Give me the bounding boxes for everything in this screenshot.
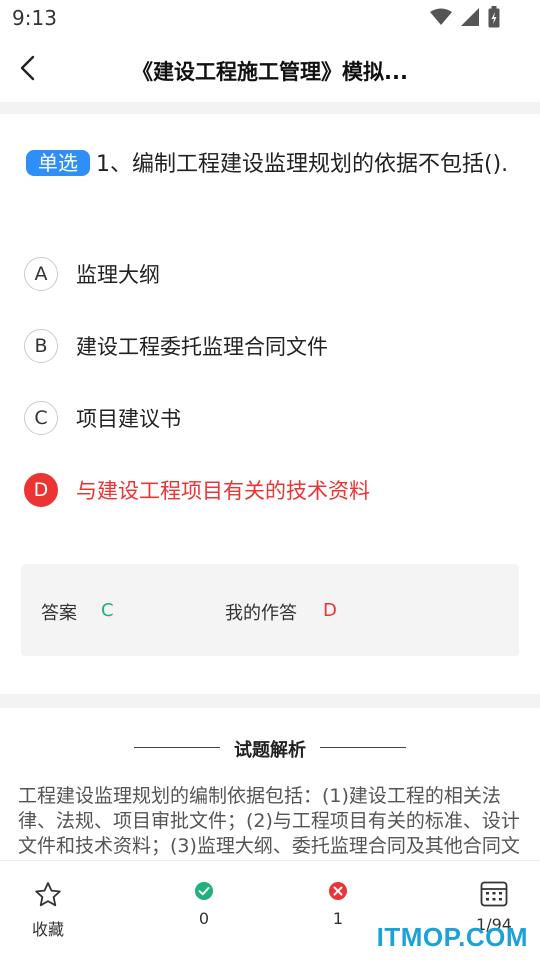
battery-icon — [488, 6, 500, 28]
chevron-left-icon — [20, 55, 35, 81]
correct-count: 0 — [198, 909, 210, 928]
x-circle-icon — [329, 882, 347, 900]
option-text: 建设工程委托监理合同文件 — [76, 335, 328, 359]
question-card: 单选 1、编制工程建设监理规划的依据不包括(). A 监理大纲 B 建设工程委托监… — [0, 114, 540, 694]
option-letter: A — [24, 257, 58, 291]
status-bar: 9:13 — [0, 0, 540, 36]
correct-count-button[interactable]: 0 — [184, 861, 224, 960]
analysis-card: 试题解析 工程建设监理规划的编制依据包括：(1)建设工程的相关法律、法规、项目审… — [0, 708, 540, 860]
divider-right — [320, 747, 406, 748]
option-text: 监理大纲 — [76, 263, 160, 287]
option-d[interactable]: D 与建设工程项目有关的技术资料 — [24, 470, 504, 510]
correct-answer-label: 答案 — [41, 603, 77, 624]
favorite-label: 收藏 — [31, 920, 64, 939]
wrong-count: 1 — [332, 909, 344, 928]
question-text: 单选 1、编制工程建设监理规划的依据不包括(). — [26, 150, 521, 180]
option-letter: B — [24, 329, 58, 363]
option-b[interactable]: B 建设工程委托监理合同文件 — [24, 326, 504, 366]
favorite-button[interactable]: 收藏 — [18, 861, 78, 960]
page-title: 《建设工程施工管理》模拟... — [132, 60, 408, 84]
my-answer-value: D — [323, 600, 337, 621]
analysis-title: 试题解析 — [234, 740, 306, 761]
signal-icon — [461, 8, 479, 26]
status-time: 9:13 — [12, 6, 57, 30]
option-a[interactable]: A 监理大纲 — [24, 254, 504, 294]
title-bar: 《建设工程施工管理》模拟... — [0, 36, 540, 102]
option-text: 项目建议书 — [76, 407, 181, 431]
option-text: 与建设工程项目有关的技术资料 — [76, 479, 370, 503]
question-type-badge: 单选 — [26, 150, 90, 176]
answer-box: 答案 C 我的作答 D — [21, 564, 519, 656]
wrong-count-button[interactable]: 1 — [318, 861, 358, 960]
back-button[interactable] — [10, 50, 46, 86]
my-answer-label: 我的作答 — [225, 603, 297, 624]
wifi-icon — [430, 8, 452, 25]
option-letter: C — [24, 401, 58, 435]
option-letter: D — [24, 473, 58, 507]
watermark-text: ITMOP.COM — [376, 922, 528, 952]
star-icon — [35, 882, 61, 907]
correct-answer-value: C — [101, 600, 114, 621]
status-icons — [430, 6, 500, 28]
option-c[interactable]: C 项目建议书 — [24, 398, 504, 438]
check-circle-icon — [195, 882, 213, 900]
analysis-text: 工程建设监理规划的编制依据包括：(1)建设工程的相关法律、法规、项目审批文件；(… — [18, 785, 520, 857]
grid-icon — [480, 881, 508, 907]
question-stem: 1、编制工程建设监理规划的依据不包括(). — [96, 152, 509, 177]
